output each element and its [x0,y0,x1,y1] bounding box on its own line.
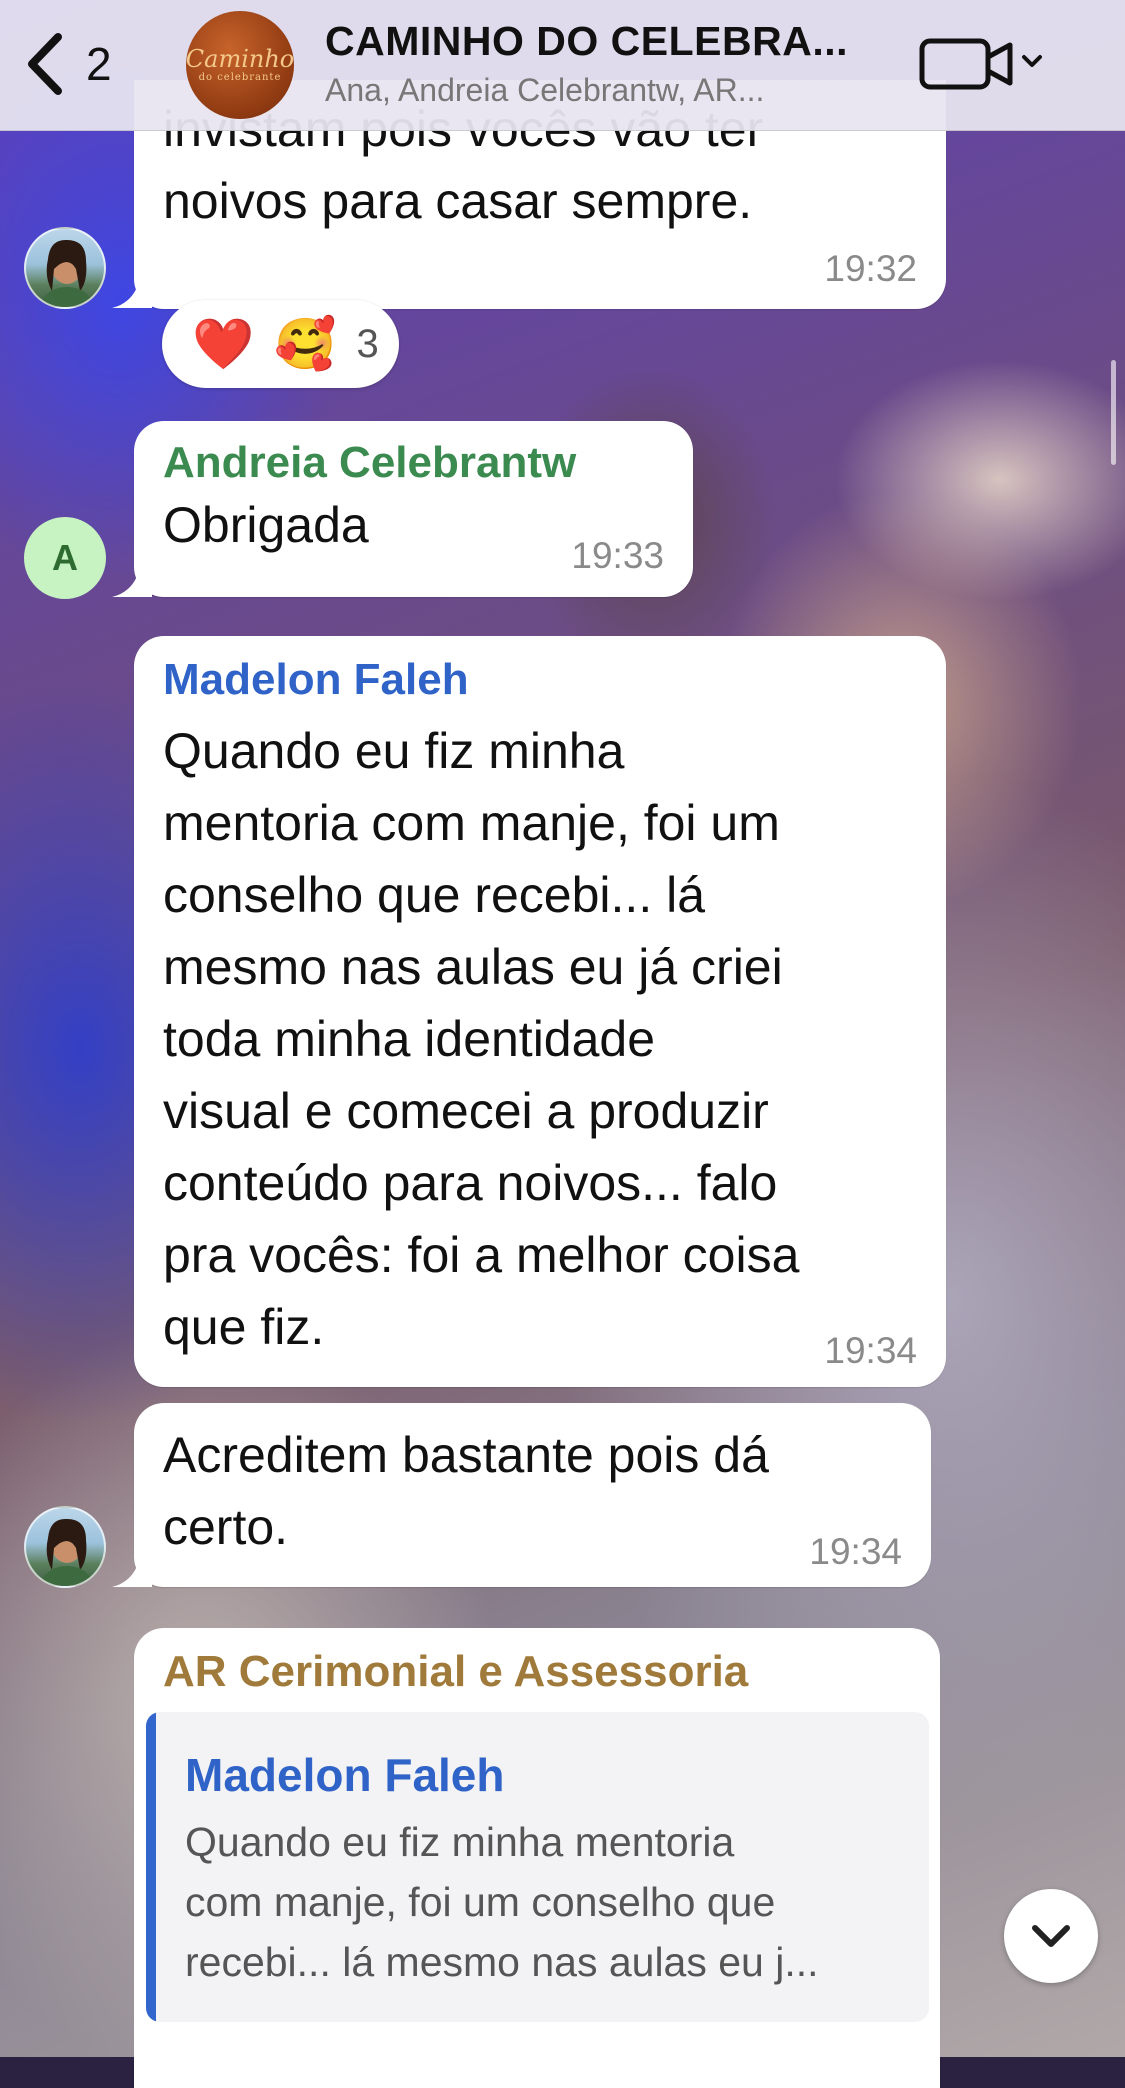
message-bubble[interactable]: Andreia Celebrantw Obrigada 19:33 [134,421,693,597]
message-text-line: conteúdo para noivos... falo [163,1155,778,1211]
group-logo: Caminho do celebrante [186,47,294,83]
video-camera-icon [919,38,1042,90]
message-text-line: visual e comecei a produzir [163,1083,769,1139]
scroll-indicator[interactable] [1111,360,1116,465]
message-text-line: mentoria com manje, foi um [163,795,780,851]
message-sender: Madelon Faleh [163,655,469,704]
message-text-line: que fiz. [163,1299,325,1355]
group-avatar[interactable]: Caminho do celebrante [186,11,294,119]
sender-avatar[interactable] [24,227,106,309]
message-bubble[interactable]: Madelon Faleh Quando eu fiz minha mentor… [134,636,946,1387]
message-time: 19:34 [809,1531,902,1572]
quoted-message[interactable]: Madelon Faleh Quando eu fiz minha mentor… [146,1712,929,2022]
quote-bar [146,1712,156,2022]
chevron-down-icon [1032,1925,1070,1947]
chat-header: 2 Caminho do celebrante CAMINHO DO CELEB… [0,0,1125,131]
reactions-pill[interactable]: ❤️ 🥰 3 [162,300,399,388]
group-members[interactable]: Ana, Andreia Celebrantw, AR... [325,72,885,109]
bubble-tail [112,557,152,597]
quoted-text-line: recebi... lá mesmo nas aulas eu j... [185,1939,819,1985]
message-text-line: noivos para casar sempre. [163,173,753,229]
message-text-line: conselho que recebi... lá [163,867,706,923]
chevron-left-icon [28,33,62,95]
unread-count: 2 [86,38,112,90]
message-text-line: pra vocês: foi a melhor coisa [163,1227,800,1283]
sender-avatar[interactable]: A [24,517,106,599]
logo-text: Caminho [186,45,294,73]
scroll-to-bottom-button[interactable] [1004,1889,1098,1983]
logo-subtext: do celebrante [198,72,282,83]
reaction-count: 3 [356,321,379,366]
smiling-hearts-reaction: 🥰 [274,316,337,372]
heart-reaction: ❤️ [192,316,255,372]
message-text-line: mesmo nas aulas eu já criei [163,939,783,995]
sender-avatar[interactable] [24,1506,106,1588]
quoted-text-line: com manje, foi um conselho que [185,1879,776,1925]
message-text: Obrigada [163,497,369,553]
message-time: 19:33 [571,535,664,576]
message-text-line: Acreditem bastante pois dá [163,1427,769,1483]
back-button[interactable]: 2 [22,28,112,100]
message-time: 19:32 [824,248,917,289]
bubble-tail [112,268,152,308]
message-bubble[interactable]: Acreditem bastante pois dá certo. 19:34 [134,1403,931,1587]
message-sender: Andreia Celebrantw [163,438,577,487]
message-text-line: toda minha identidade [163,1011,656,1067]
message-text-line: certo. [163,1499,289,1555]
message-time: 19:34 [824,1330,917,1371]
message-sender: AR Cerimonial e Assessoria [163,1647,749,1696]
quoted-sender: Madelon Faleh [185,1749,505,1801]
quoted-text-line: Quando eu fiz minha mentoria [185,1819,735,1865]
bubble-tail [112,1547,152,1587]
quoted-text: Quando eu fiz minha mentoria com manje, … [185,1812,915,1992]
message-text-line: Quando eu fiz minha [163,723,625,779]
video-call-button[interactable] [918,30,1048,96]
group-title[interactable]: CAMINHO DO CELEBRA... [325,18,885,65]
